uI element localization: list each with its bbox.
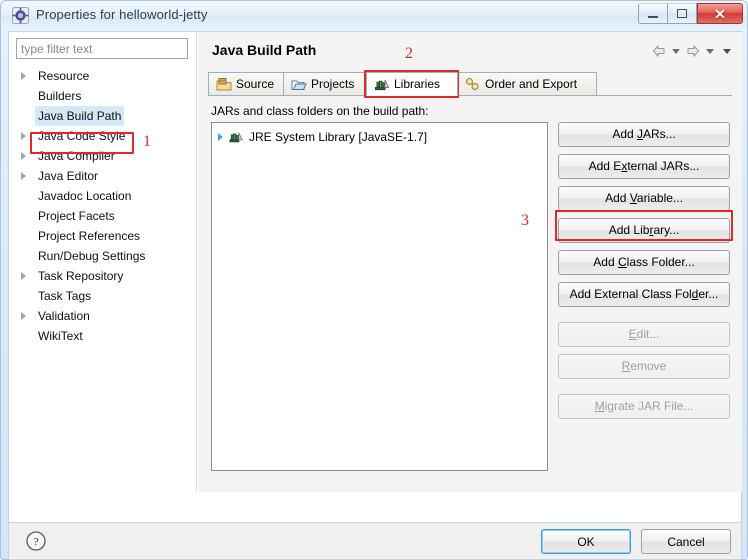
chevron-right-icon[interactable] [21,272,26,280]
gear-icon [12,7,29,24]
list-item-label: JRE System Library [JavaSE-1.7] [249,130,428,144]
ok-button[interactable]: OK [541,529,631,554]
open-folder-icon [291,77,307,92]
tab-libraries[interactable]: Libraries [366,72,458,96]
sidebar-item-run-debug-settings[interactable]: Run/Debug Settings [9,246,197,266]
sidebar-item-label: Resource [38,69,90,83]
chevron-right-icon[interactable] [218,133,223,141]
library-books-icon [374,77,390,92]
sidebar-item-project-facets[interactable]: Project Facets [9,206,197,226]
sidebar-item-label: Run/Debug Settings [38,249,146,263]
order-export-icon [465,77,481,92]
maximize-button[interactable] [667,3,697,24]
sidebar-item-resource[interactable]: Resource [9,66,197,86]
settings-tree: Resource Builders Java Build Path Java C… [9,66,197,346]
build-path-page: Java Build Path Source Projects Librarie… [198,32,742,492]
page-title: Java Build Path [212,42,317,58]
chevron-right-icon[interactable] [21,312,26,320]
sidebar-item-label: Java Code Style [38,129,126,143]
sidebar-item-java-code-style[interactable]: Java Code Style [9,126,197,146]
tab-label: Libraries [394,77,441,91]
filter-placeholder: type filter text [21,42,93,56]
tab-bar: Source Projects Libraries Order and Expo… [208,72,732,96]
tab-order-and-export[interactable]: Order and Export [457,72,597,96]
properties-dialog: Properties for helloworld-jetty ✕ type f… [0,0,748,560]
window-title: Properties for helloworld-jetty [36,7,208,22]
sidebar-item-label: Project Facets [38,209,115,223]
svg-text:?: ? [33,535,38,549]
annotation-number-1: 1 [143,133,151,150]
sidebar-item-task-tags[interactable]: Task Tags [9,286,197,306]
add-external-class-folder-button[interactable]: Add External Class Folder... [558,282,730,307]
chevron-right-icon[interactable] [21,72,26,80]
sidebar-item-task-repository[interactable]: Task Repository [9,266,197,286]
sidebar-item-builders[interactable]: Builders [9,86,197,106]
tab-projects[interactable]: Projects [283,72,367,96]
tab-label: Order and Export [485,77,578,91]
filter-input[interactable]: type filter text [16,38,188,59]
sidebar-item-project-references[interactable]: Project References [9,226,197,246]
sidebar-item-label: WikiText [38,329,83,343]
settings-tree-panel: type filter text Resource Builders Java … [9,32,197,492]
annotation-number-2: 2 [405,45,413,62]
library-books-icon [228,130,244,144]
close-button[interactable]: ✕ [697,3,743,24]
sidebar-item-label: Java Editor [38,169,99,183]
add-library-button[interactable]: Add Library... [558,218,730,243]
list-item[interactable]: JRE System Library [JavaSE-1.7] [216,128,427,146]
back-dropdown-icon[interactable] [668,44,683,58]
minimize-icon [648,15,658,18]
forward-arrow-icon[interactable] [685,44,700,58]
build-path-actions: Add JARs... Add External JARs... Add Var… [558,122,730,426]
chevron-right-icon[interactable] [21,132,26,140]
help-icon[interactable]: ? [25,530,47,552]
add-jars-button[interactable]: Add JARs... [558,122,730,147]
sidebar-item-label: Java Compiler [38,149,115,163]
tab-label: Projects [311,77,355,91]
add-external-jars-button[interactable]: Add External JARs... [558,154,730,179]
page-menu-chevron-down-icon[interactable] [719,44,734,58]
sidebar-item-java-editor[interactable]: Java Editor [9,166,197,186]
close-icon: ✕ [714,5,726,22]
sidebar-item-label: Javadoc Location [38,189,132,203]
sidebar-item-validation[interactable]: Validation [9,306,197,326]
tab-label: Source [236,77,275,91]
maximize-icon [677,9,687,18]
source-folder-icon [216,77,232,92]
add-class-folder-button[interactable]: Add Class Folder... [558,250,730,275]
page-navigation [651,44,734,58]
list-label: JARs and class folders on the build path… [211,104,429,118]
add-variable-button[interactable]: Add Variable... [558,186,730,211]
build-path-list[interactable]: JRE System Library [JavaSE-1.7] [211,122,548,471]
sidebar-item-label: Project References [38,229,141,243]
sidebar-item-java-build-path[interactable]: Java Build Path [9,106,197,126]
forward-dropdown-icon[interactable] [702,44,717,58]
dialog-footer: ? OK Cancel [8,523,742,560]
title-bar[interactable]: Properties for helloworld-jetty ✕ [1,1,747,31]
dialog-body: type filter text Resource Builders Java … [8,31,742,523]
back-arrow-icon[interactable] [651,44,666,58]
chevron-right-icon[interactable] [21,152,26,160]
sidebar-item-label: Builders [38,89,82,103]
chevron-right-icon[interactable] [21,172,26,180]
migrate-jar-file-button[interactable]: Migrate JAR File... [558,394,730,419]
sidebar-item-label: Java Build Path [35,106,125,126]
sidebar-item-javadoc-location[interactable]: Javadoc Location [9,186,197,206]
sidebar-item-label: Validation [38,309,90,323]
edit-button[interactable]: Edit... [558,322,730,347]
sidebar-item-label: Task Repository [38,269,124,283]
sidebar-item-java-compiler[interactable]: Java Compiler [9,146,197,166]
sidebar-item-label: Task Tags [38,289,92,303]
tab-source[interactable]: Source [208,72,284,96]
remove-button[interactable]: Remove [558,354,730,379]
cancel-button[interactable]: Cancel [641,529,731,554]
sidebar-item-wikitext[interactable]: WikiText [9,326,197,346]
minimize-button[interactable] [638,3,668,24]
annotation-number-3: 3 [521,212,529,229]
